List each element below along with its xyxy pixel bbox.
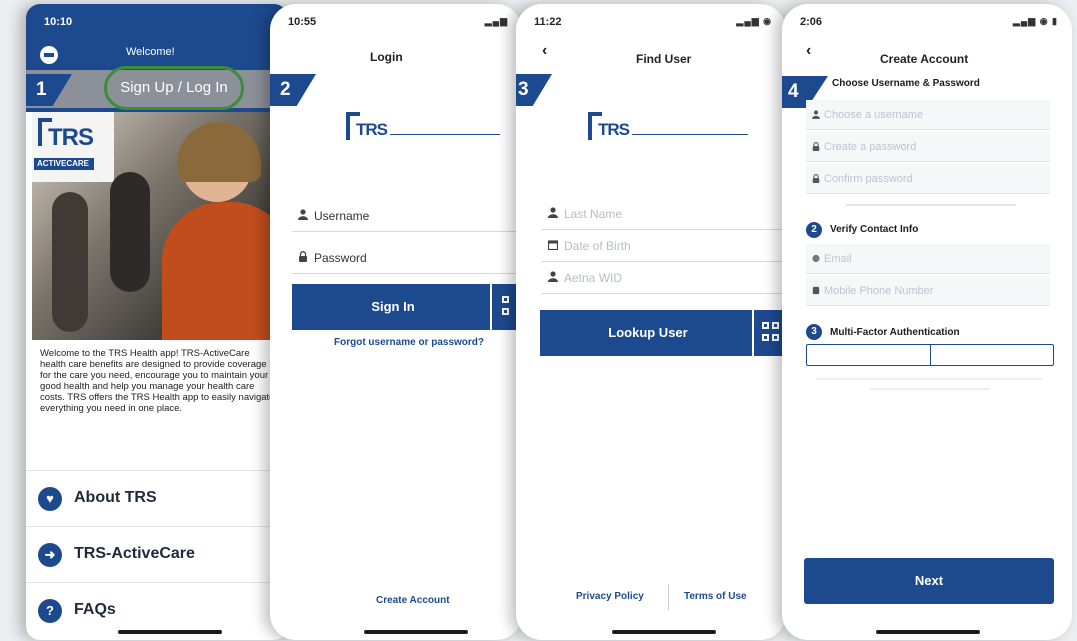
page-title: Login — [370, 50, 403, 64]
signup-login-button[interactable]: Sign Up / Log In — [104, 66, 244, 110]
calendar-icon — [548, 240, 558, 250]
phone-screen-find-user: 11:22 ▂▄▆ ◉ ‹ Find User 3 TRS Last Name … — [516, 4, 786, 640]
welcome-paragraph: Welcome to the TRS Health app! TRS-Activ… — [40, 348, 275, 414]
signal-icon: ▂▄▆ ◉ ▮ — [1012, 16, 1058, 26]
create-account-link[interactable]: Create Account — [376, 595, 450, 606]
lock-icon — [299, 251, 307, 262]
forgot-credentials-link[interactable]: Forgot username or password? — [334, 337, 484, 348]
next-button[interactable]: Next — [804, 558, 1054, 604]
email-field[interactable]: Email — [806, 244, 1050, 274]
lock-icon — [812, 142, 820, 151]
step-3-marker: 3 — [516, 74, 552, 106]
status-bar: 10:10 — [44, 16, 274, 30]
welcome-title: Welcome! — [126, 46, 175, 58]
status-time: 2:06 — [800, 16, 823, 28]
confirm-password-field[interactable]: Confirm password — [806, 164, 1050, 194]
lock-icon — [812, 174, 820, 183]
page-title: Create Account — [880, 52, 969, 66]
mfa-hint-line — [816, 378, 1042, 380]
section-verify-contact: Verify Contact Info — [830, 224, 919, 235]
aetna-wid-field[interactable]: Aetna WID — [542, 262, 782, 294]
question-icon: ? — [38, 599, 62, 623]
terms-of-use-link[interactable]: Terms of Use — [684, 591, 747, 602]
status-time: 10:10 — [44, 16, 73, 28]
lookup-user-button[interactable]: Lookup User — [540, 310, 786, 356]
status-bar: 10:55 ▂▄▆ — [288, 16, 508, 30]
activecare-band: ACTIVECARE — [34, 158, 94, 170]
password-field[interactable]: Password — [292, 242, 522, 274]
back-button[interactable]: ‹ — [806, 42, 811, 60]
phone-screen-welcome: 10:10 Welcome! Sign Up / Log In 1 TRS AC… — [26, 4, 288, 640]
status-bar: 11:22 ▂▄▆ ◉ — [534, 16, 772, 30]
person-icon — [548, 207, 558, 218]
person-icon — [812, 110, 820, 119]
trs-logo: TRS — [346, 112, 506, 152]
footer-divider — [668, 584, 669, 610]
person-icon — [298, 209, 308, 220]
mfa-option-right[interactable] — [931, 345, 1053, 365]
menu-item-about-trs[interactable]: ♥ About TRS — [26, 470, 276, 526]
privacy-policy-link[interactable]: Privacy Policy — [576, 591, 644, 602]
trs-activecare-logo: TRS ACTIVECARE — [34, 114, 108, 178]
mobile-phone-field[interactable]: Mobile Phone Number — [806, 276, 1050, 306]
home-indicator — [364, 630, 468, 634]
date-of-birth-field[interactable]: Date of Birth — [542, 230, 782, 262]
section-username-password: Choose Username & Password — [832, 78, 980, 89]
email-icon — [812, 254, 820, 263]
status-bar: 2:06 ▂▄▆ ◉ ▮ — [800, 16, 1058, 30]
sign-in-button[interactable]: Sign In — [292, 284, 522, 330]
mfa-hint-line-2 — [870, 388, 990, 390]
last-name-field[interactable]: Last Name — [542, 198, 782, 230]
choose-username-field[interactable]: Choose a username — [806, 100, 1050, 130]
signal-icon: ▂▄▆ ◉ — [736, 16, 772, 26]
phone-screen-login: 10:55 ▂▄▆ Login 2 TRS Username Password … — [270, 4, 522, 640]
trs-logo: TRS — [588, 112, 748, 152]
heart-icon: ♥ — [38, 487, 62, 511]
home-indicator — [612, 630, 716, 634]
phone-icon — [812, 286, 820, 295]
step-2-marker: 2 — [270, 74, 316, 106]
mfa-toggle[interactable] — [806, 344, 1054, 366]
section-3-badge: 3 — [806, 324, 822, 340]
status-time: 11:22 — [534, 16, 562, 28]
create-password-field[interactable]: Create a password — [806, 132, 1050, 162]
mfa-option-left[interactable] — [807, 345, 931, 365]
chat-icon[interactable] — [40, 46, 58, 64]
qr-code-icon[interactable] — [752, 310, 786, 356]
username-field[interactable]: Username — [292, 200, 522, 232]
person-icon — [548, 271, 558, 282]
menu-item-trs-activecare[interactable]: ➜ TRS-ActiveCare — [26, 526, 276, 582]
signal-icon: ▂▄▆ — [484, 16, 508, 26]
section-2-badge: 2 — [806, 222, 822, 238]
status-time: 10:55 — [288, 16, 317, 28]
password-hint-line — [846, 204, 1016, 206]
page-title: Find User — [636, 52, 692, 66]
home-indicator — [876, 630, 980, 634]
home-indicator — [118, 630, 222, 634]
phone-screen-create-account: 2:06 ▂▄▆ ◉ ▮ ‹ Create Account 4 Choose U… — [782, 4, 1072, 640]
arrow-right-icon: ➜ — [38, 543, 62, 567]
back-button[interactable]: ‹ — [542, 42, 547, 60]
section-mfa: Multi-Factor Authentication — [830, 327, 960, 338]
